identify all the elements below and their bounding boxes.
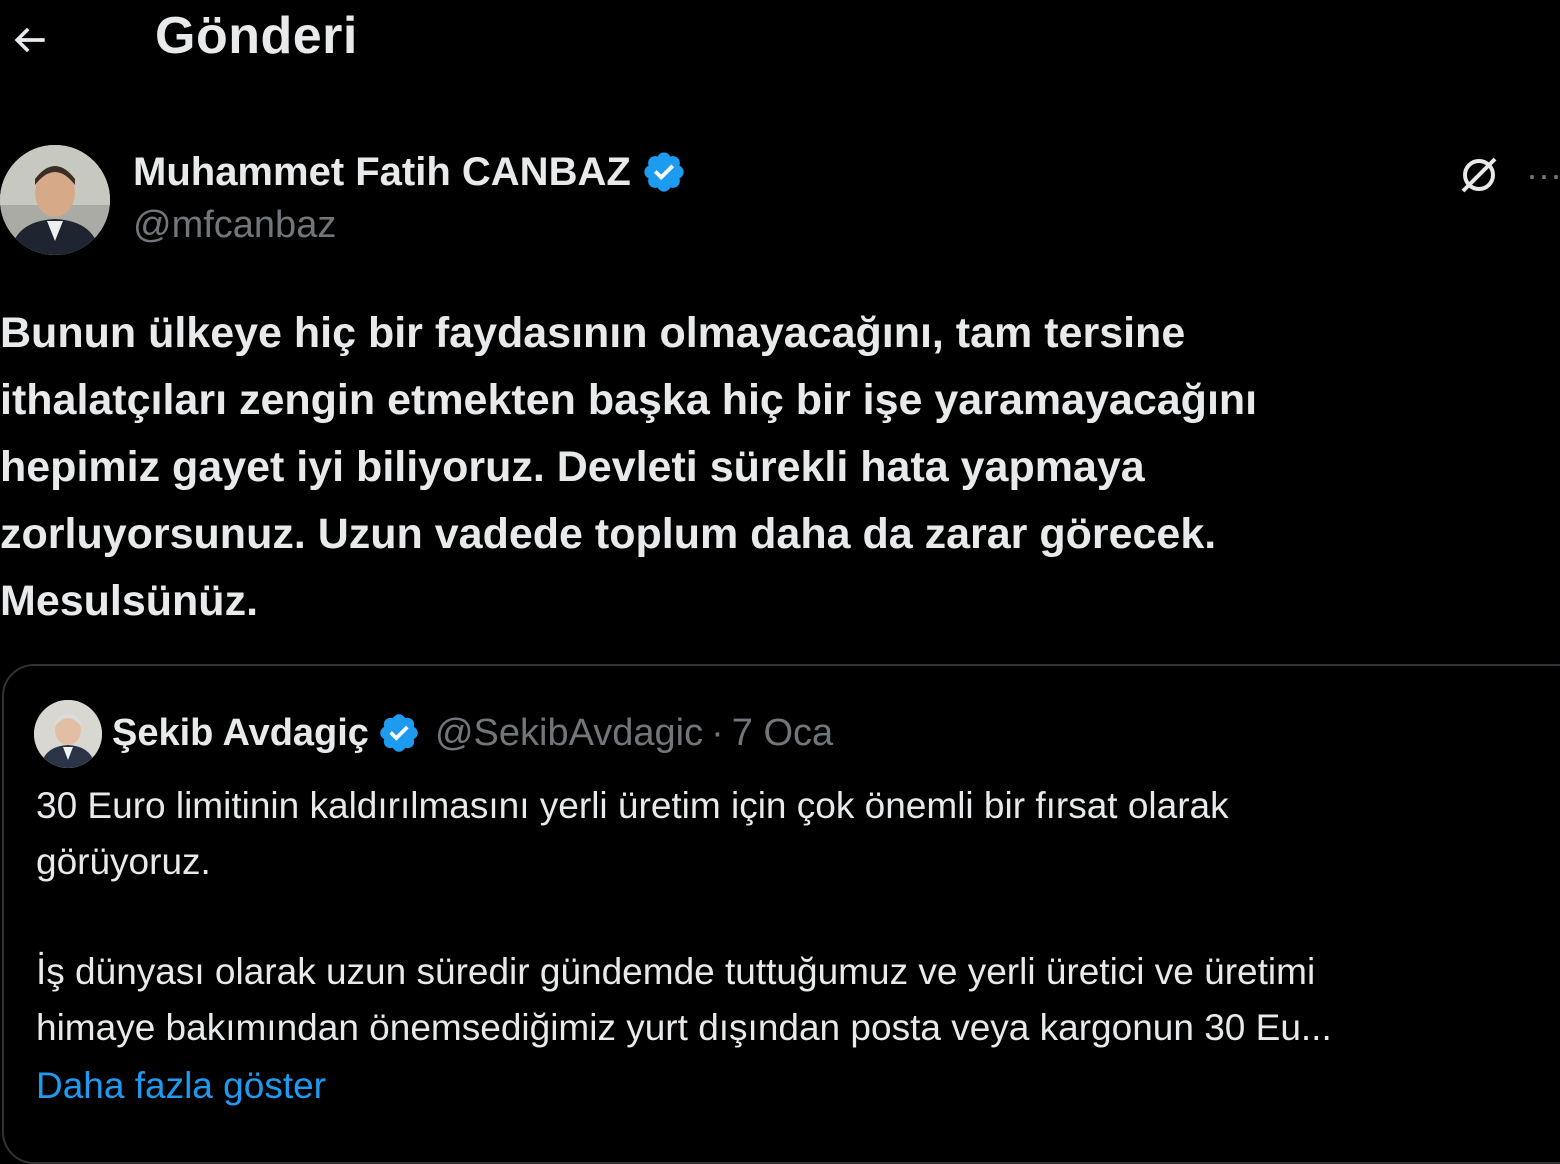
arrow-left-icon: [14, 27, 45, 53]
quote-author-handle: @SekibAvdagic: [434, 711, 704, 754]
quote-text-paragraph-2: İş dünyası olarak uzun süredir gündemde …: [36, 951, 1332, 1048]
verified-badge-icon: [644, 152, 684, 192]
grok-button[interactable]: [1452, 148, 1506, 202]
quote-date: 7 Oca: [731, 711, 834, 754]
page-title: Gönderi: [155, 7, 358, 65]
quote-author-name: Şekib Avdagiç: [112, 711, 369, 754]
quote-avatar-image: [34, 700, 102, 768]
author-name-row: Muhammet Fatih CANBAZ: [133, 146, 687, 198]
author-avatar-image: [0, 145, 110, 255]
more-options-icon[interactable]: ···: [1526, 150, 1560, 200]
quote-text-paragraph-1: 30 Euro limitinin kaldırılmasını yerli ü…: [36, 785, 1229, 882]
back-button[interactable]: [4, 14, 56, 66]
grok-icon: [1461, 157, 1497, 193]
quote-header: Şekib Avdagiç @SekibAvdagic · 7 Oca: [112, 706, 833, 760]
post-text: Bunun ülkeye hiç bir faydasının olmayaca…: [0, 309, 1258, 625]
author-handle[interactable]: @mfcanbaz: [133, 204, 336, 247]
top-bar: Gönderi: [0, 0, 1560, 80]
author-name[interactable]: Muhammet Fatih CANBAZ: [133, 150, 631, 195]
verified-badge-icon: [380, 714, 418, 752]
avatar[interactable]: [0, 145, 110, 255]
show-more-link[interactable]: Daha fazla göster: [36, 1058, 326, 1114]
separator-dot: ·: [711, 711, 724, 754]
quote-avatar: [34, 700, 102, 768]
